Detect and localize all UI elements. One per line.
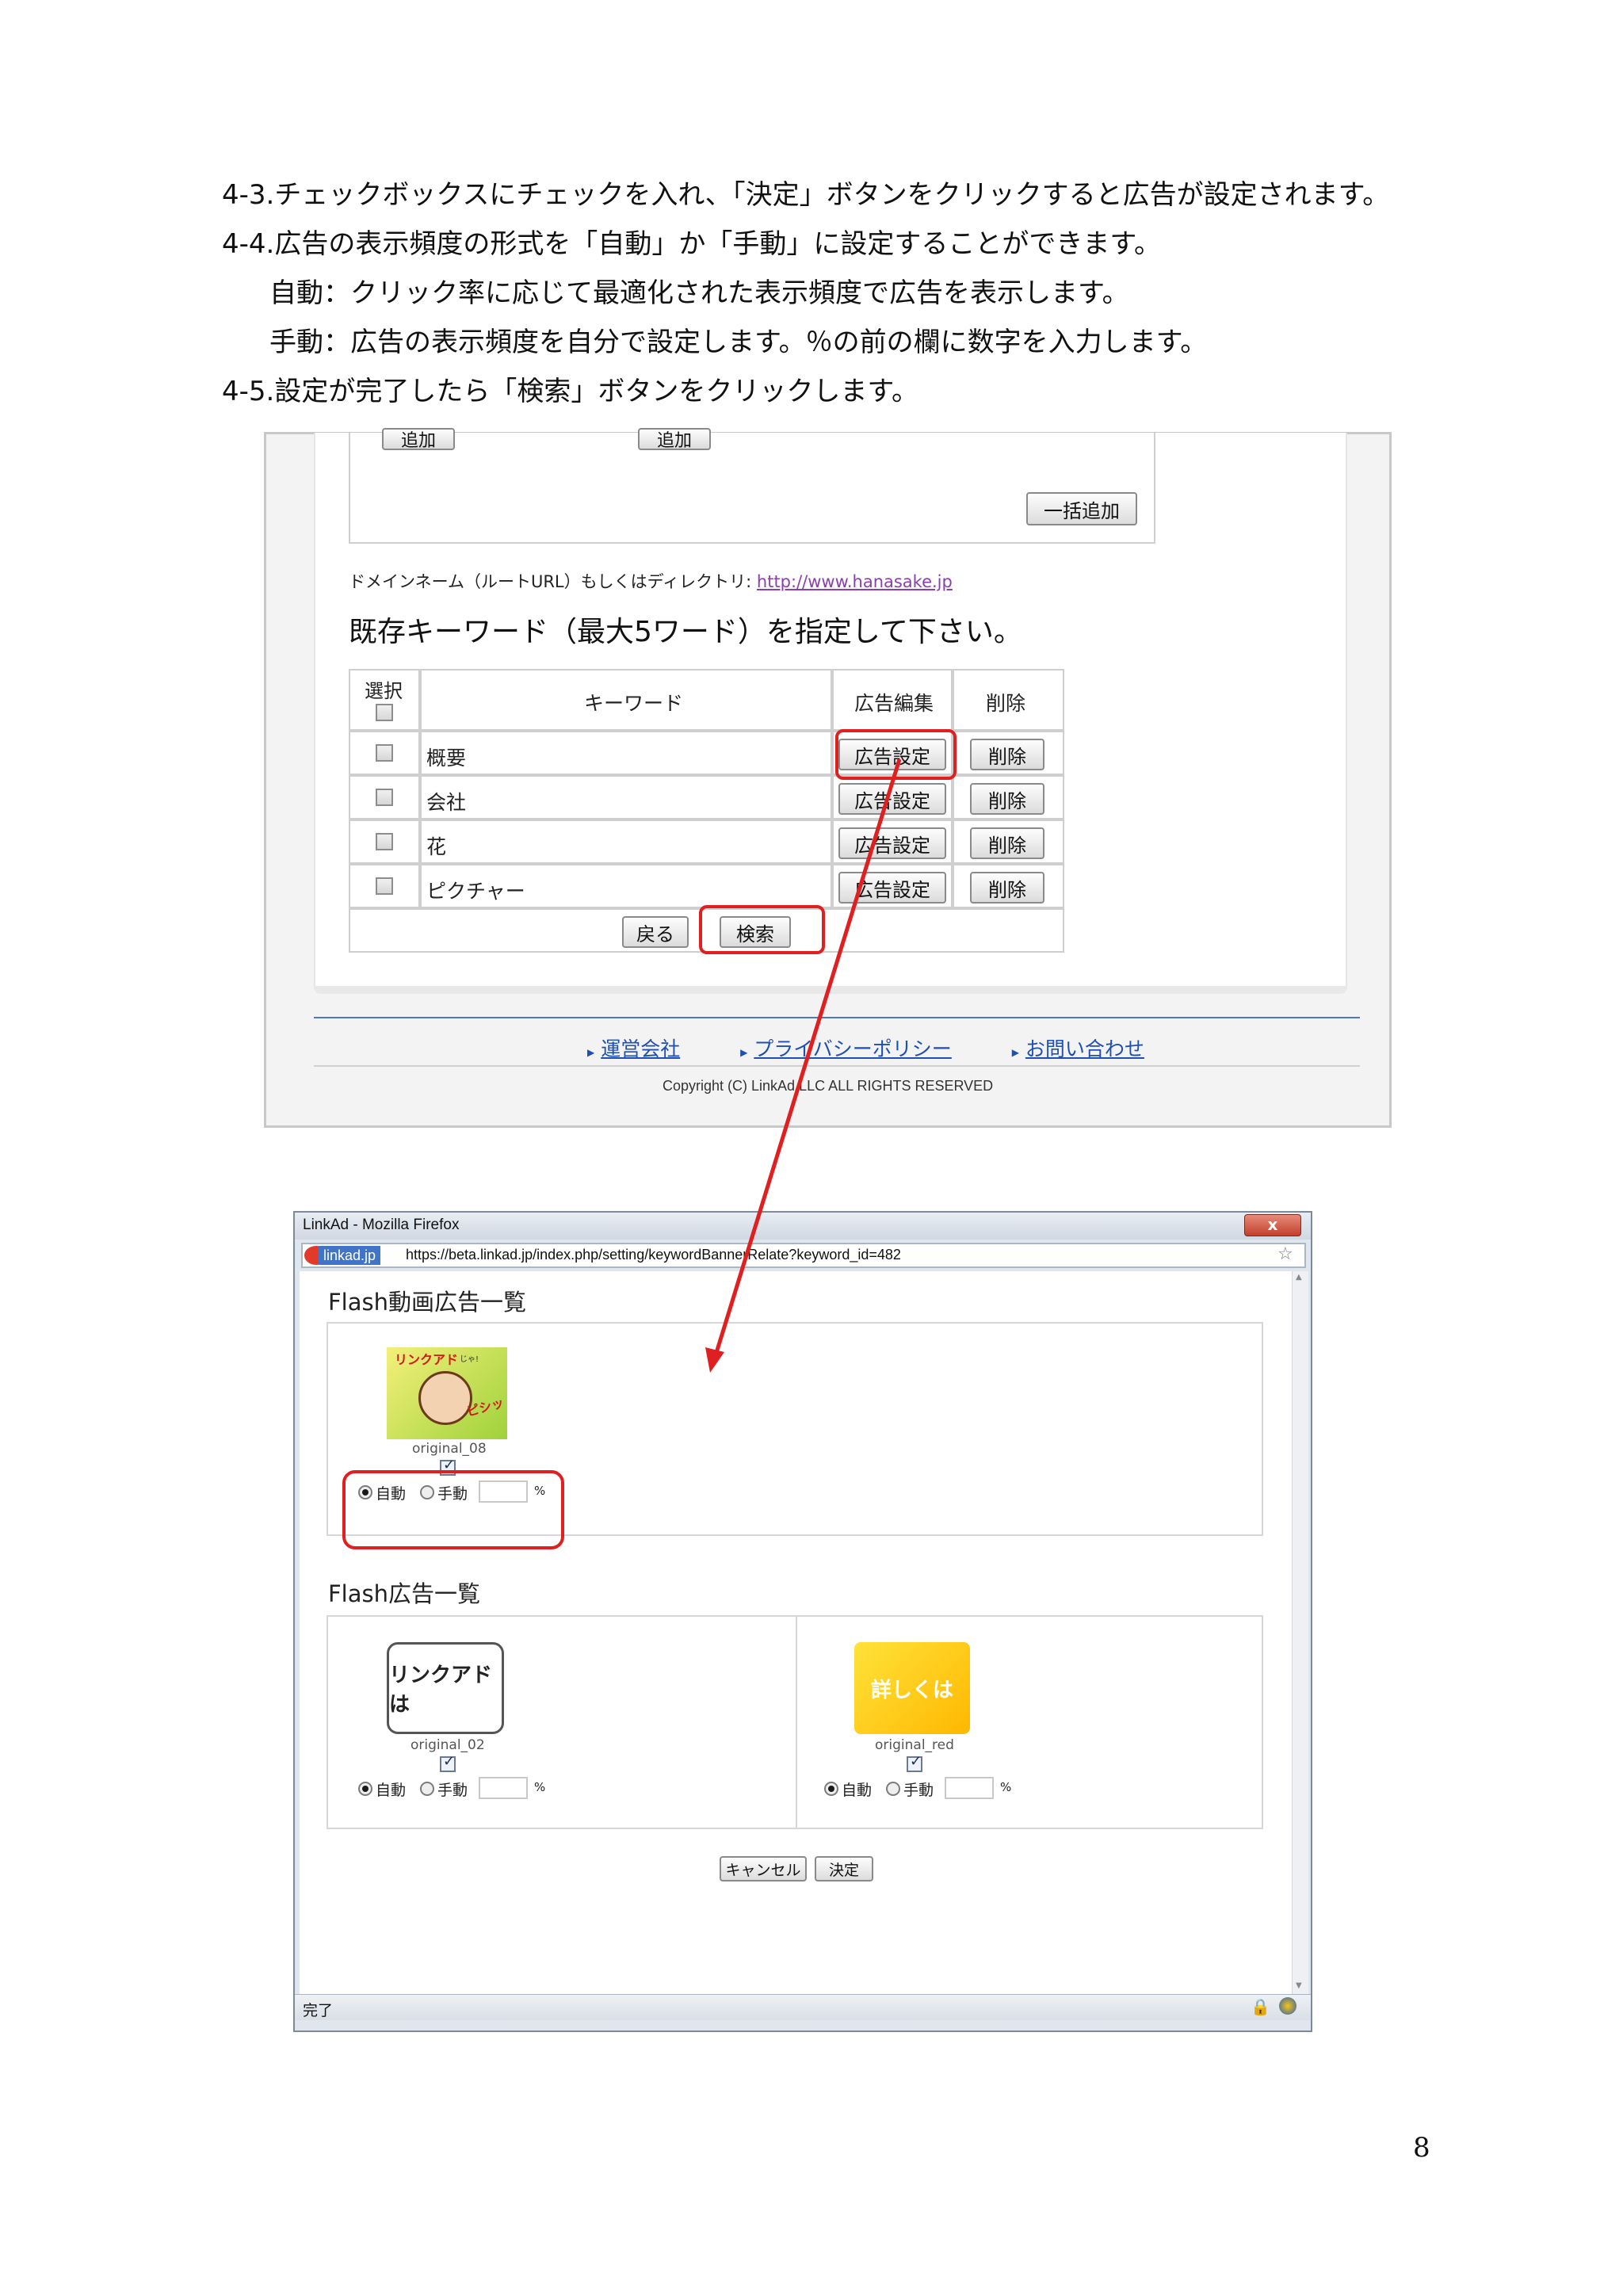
annotation-arrow — [705, 758, 902, 1373]
page-number: 8 — [1413, 2132, 1430, 2164]
highlight-frequency-setting — [342, 1470, 564, 1549]
arrow-line — [713, 758, 902, 1356]
arrow-head — [705, 1347, 724, 1373]
